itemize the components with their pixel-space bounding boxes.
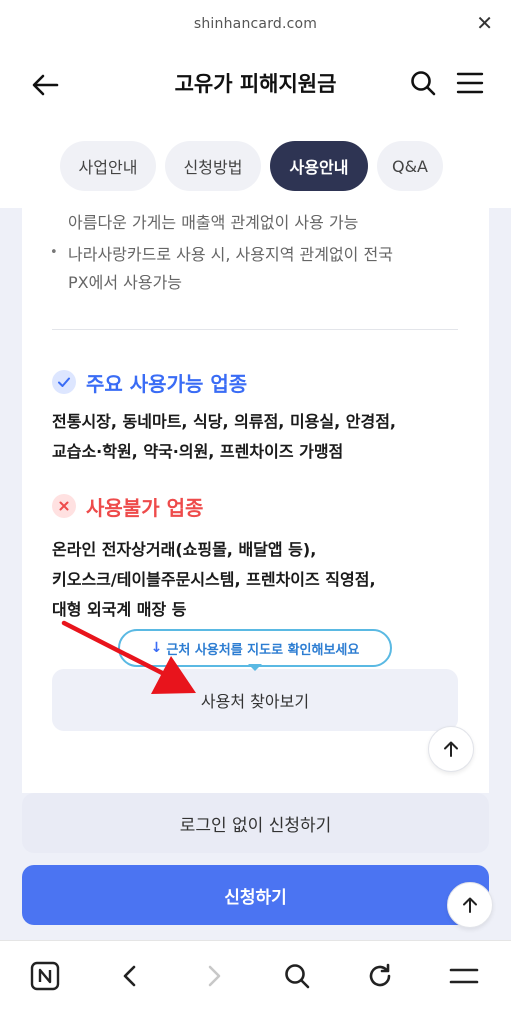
tooltip-tail bbox=[248, 664, 262, 671]
bullet-dot: • bbox=[50, 245, 58, 260]
x-icon bbox=[52, 494, 76, 518]
tab-how-to-apply[interactable]: 신청방법 bbox=[165, 141, 261, 191]
search-icon[interactable] bbox=[408, 68, 438, 98]
naver-home-icon[interactable] bbox=[28, 959, 62, 993]
scroll-top-button[interactable] bbox=[428, 726, 474, 772]
disallowed-line: 온라인 전자상거래(쇼핑몰, 배달앱 등), bbox=[52, 540, 317, 559]
browser-forward-icon[interactable] bbox=[197, 959, 231, 993]
tab-usage-guide[interactable]: 사용안내 bbox=[270, 141, 368, 191]
arrow-up-icon bbox=[444, 741, 458, 757]
browser-toolbar bbox=[0, 940, 511, 1024]
url-text[interactable]: shinhancard.com bbox=[194, 16, 317, 32]
apply-button[interactable]: 신청하기 bbox=[22, 865, 489, 925]
tooltip-text: 근처 사용처를 지도로 확인해보세요 bbox=[166, 642, 360, 658]
info-line: 아름다운 가게는 매출액 관계없이 사용 가능 bbox=[68, 213, 359, 232]
tab-business-info[interactable]: 사업안내 bbox=[60, 141, 156, 191]
arrow-up-icon bbox=[463, 897, 477, 913]
browser-back-icon[interactable] bbox=[113, 959, 147, 993]
down-arrow-icon: ↓ bbox=[150, 640, 163, 656]
content-area[interactable]: 아름다운 가게는 매출액 관계없이 사용 가능 • 나라사랑카드로 사용 시, … bbox=[0, 208, 511, 793]
tab-bar: 사업안내 신청방법 사용안내 Q&A bbox=[0, 126, 511, 208]
browser-search-icon[interactable] bbox=[280, 959, 314, 993]
allowed-section-title: 주요 사용가능 업종 bbox=[86, 372, 248, 396]
info-line: PX에서 사용가능 bbox=[68, 273, 183, 292]
allowed-line: 전통시장, 동네마트, 식당, 의류점, 미용실, 안경점, bbox=[52, 412, 397, 431]
check-icon bbox=[52, 370, 76, 394]
page-header: 고유가 피해지원금 bbox=[0, 48, 511, 126]
hamburger-menu-icon[interactable] bbox=[455, 68, 485, 98]
no-login-apply-button[interactable]: 로그인 없이 신청하기 bbox=[22, 793, 489, 853]
allowed-line: 교습소·학원, 약국·의원, 프렌차이즈 가맹점 bbox=[52, 442, 344, 461]
disallowed-line: 대형 외국계 매장 등 bbox=[52, 600, 187, 619]
disallowed-line: 키오스크/테이블주문시스템, 프렌차이즈 직영점, bbox=[52, 570, 376, 589]
find-store-button[interactable]: 사용처 찾아보기 bbox=[52, 669, 458, 731]
divider bbox=[52, 329, 458, 330]
floating-scroll-top-button[interactable] bbox=[447, 882, 493, 928]
browser-menu-icon[interactable] bbox=[447, 959, 481, 993]
close-icon[interactable]: ✕ bbox=[476, 13, 493, 33]
disallowed-section-title: 사용불가 업종 bbox=[86, 496, 204, 520]
browser-url-bar: shinhancard.com ✕ bbox=[0, 0, 511, 48]
tab-qna[interactable]: Q&A bbox=[377, 141, 443, 191]
info-line: 나라사랑카드로 사용 시, 사용지역 관계없이 전국 bbox=[68, 245, 393, 264]
map-tooltip: ↓ 근처 사용처를 지도로 확인해보세요 bbox=[118, 629, 392, 667]
refresh-icon[interactable] bbox=[363, 959, 397, 993]
